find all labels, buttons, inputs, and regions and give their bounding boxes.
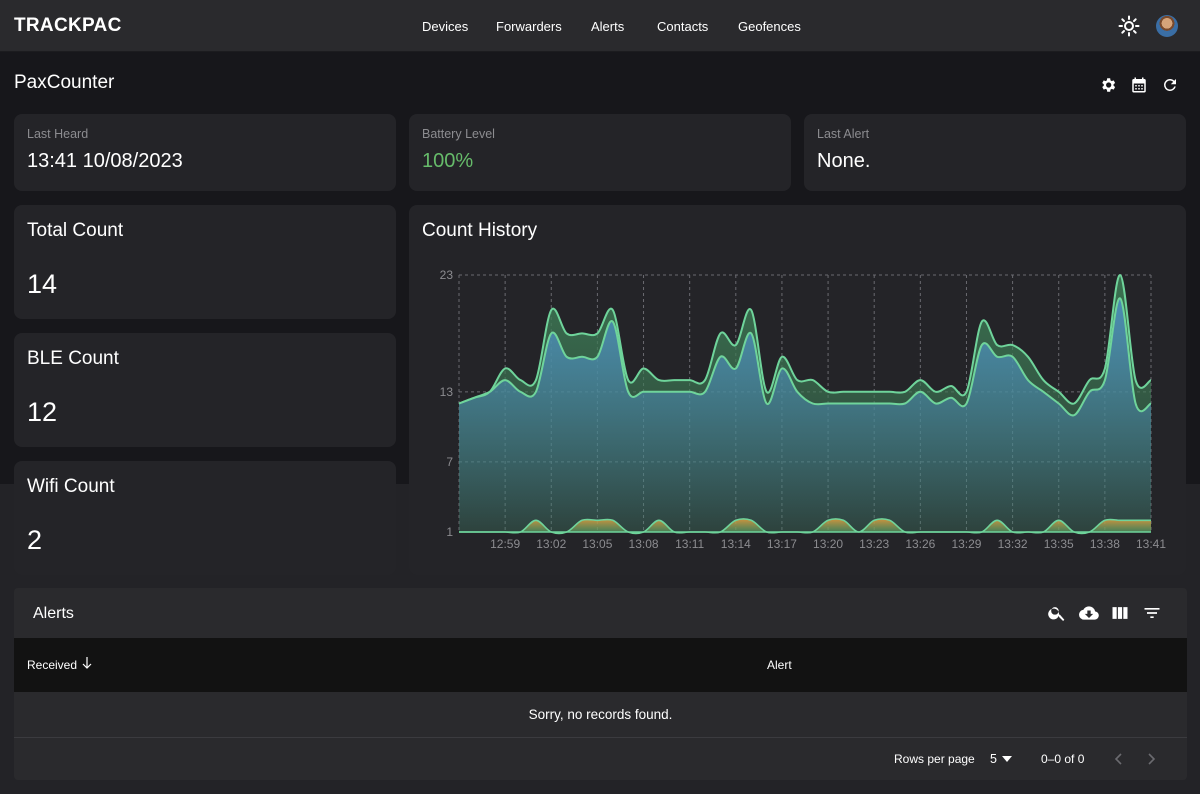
total-count-label: Total Count [27, 220, 124, 241]
chevron-right-icon [1148, 753, 1156, 765]
search-icon[interactable] [1047, 603, 1067, 623]
alerts-table-panel: Alerts Received Alert Sorry, no records … [14, 588, 1187, 780]
table-header: Received Alert [14, 638, 1187, 692]
x-tick-label: 13:32 [998, 537, 1028, 551]
x-tick-label: 13:35 [1044, 537, 1074, 551]
y-tick-label: 1 [446, 525, 453, 539]
settings-icon[interactable] [1099, 76, 1117, 94]
page-title: PaxCounter [14, 72, 115, 93]
nav-devices[interactable]: Devices [422, 19, 468, 34]
caret-down-icon [1002, 756, 1012, 762]
cloud-download-icon[interactable] [1079, 603, 1099, 623]
filter-icon[interactable] [1142, 603, 1162, 623]
last-alert-card: Last Alert None. [804, 114, 1186, 191]
last-heard-card: Last Heard 13:41 10/08/2023 [14, 114, 396, 191]
battery-value: 100% [422, 150, 474, 172]
last-heard-label: Last Heard [27, 127, 89, 141]
column-alert[interactable]: Alert [767, 658, 792, 672]
rows-per-page-value: 5 [990, 752, 997, 766]
last-alert-label: Last Alert [817, 127, 870, 141]
nav-geofences[interactable]: Geofences [738, 19, 801, 34]
battery-card: Battery Level 100% [409, 114, 791, 191]
last-heard-value: 13:41 10/08/2023 [27, 150, 183, 172]
nav-alerts[interactable]: Alerts [591, 19, 624, 34]
x-tick-label: 13:17 [767, 537, 797, 551]
user-avatar[interactable] [1156, 15, 1178, 37]
y-tick-label: 7 [446, 455, 453, 469]
x-tick-label: 13:41 [1136, 537, 1166, 551]
nav-forwarders[interactable]: Forwarders [496, 19, 562, 34]
chevron-left-icon [1114, 753, 1122, 765]
ble-count-card: BLE Count 12 [14, 333, 396, 447]
wifi-count-label: Wifi Count [27, 476, 115, 497]
x-tick-label: 13:02 [536, 537, 566, 551]
wifi-count-value: 2 [27, 525, 43, 555]
total-count-value: 14 [27, 269, 58, 299]
main-nav: Devices Forwarders Alerts Contacts Geofe… [0, 0, 1200, 52]
battery-label: Battery Level [422, 127, 495, 141]
x-tick-label: 12:59 [490, 537, 520, 551]
x-tick-label: 13:29 [951, 537, 981, 551]
ble-count-value: 12 [27, 397, 58, 427]
refresh-icon[interactable] [1161, 76, 1179, 94]
x-tick-label: 13:20 [813, 537, 843, 551]
nav-contacts[interactable]: Contacts [657, 19, 708, 34]
rows-per-page-label: Rows per page [894, 752, 975, 766]
arrow-down-icon[interactable] [81, 656, 93, 670]
x-tick-label: 13:23 [859, 537, 889, 551]
x-tick-label: 13:05 [582, 537, 612, 551]
x-tick-label: 13:26 [905, 537, 935, 551]
empty-state-message: Sorry, no records found. [14, 692, 1187, 738]
x-tick-label: 13:11 [675, 537, 704, 551]
top-navbar: TRACKPAC Devices Forwarders Alerts Conta… [0, 0, 1200, 52]
alerts-title: Alerts [33, 605, 74, 622]
sun-icon[interactable] [1118, 15, 1140, 37]
pagination-range: 0–0 of 0 [1041, 752, 1085, 766]
count-history-chart: 1 7 13 23 12:59 13:02 13:05 13:08 13:11 13:14 13:1… [440, 268, 1167, 551]
y-tick-label: 23 [440, 268, 454, 282]
column-received[interactable]: Received [27, 658, 77, 672]
ble-count-label: BLE Count [27, 348, 119, 369]
calendar-icon[interactable] [1130, 76, 1148, 94]
total-count-card: Total Count 14 [14, 205, 396, 319]
count-history-card: Count History 1 7 13 23 12:59 13:02 13:05 13:08… [409, 205, 1186, 575]
last-alert-value: None. [817, 150, 871, 172]
previous-page-button[interactable] [1108, 748, 1130, 770]
y-tick-label: 13 [440, 385, 454, 399]
x-tick-label: 13:38 [1090, 537, 1120, 551]
wifi-count-card: Wifi Count 2 [14, 461, 396, 575]
x-tick-label: 13:14 [721, 537, 751, 551]
view-columns-icon[interactable] [1110, 603, 1130, 623]
x-tick-label: 13:08 [629, 537, 659, 551]
next-page-button[interactable] [1140, 748, 1162, 770]
